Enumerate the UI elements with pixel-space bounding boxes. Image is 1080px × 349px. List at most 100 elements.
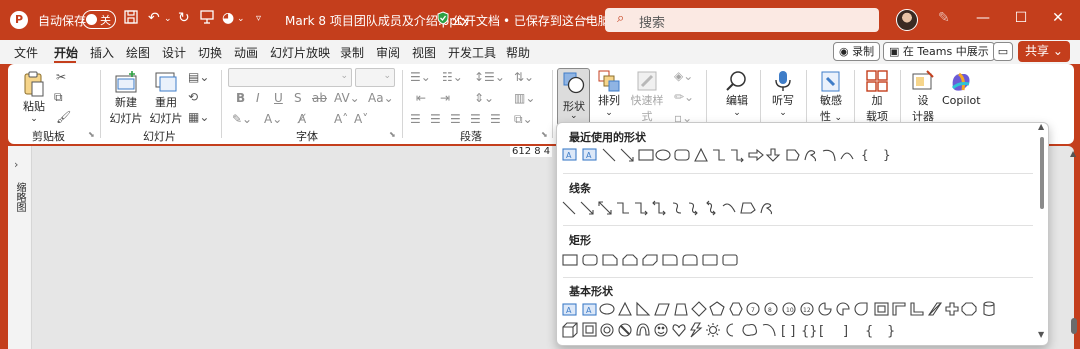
columns-icon[interactable]: ▥⌄ — [514, 91, 535, 105]
scroll-up-icon[interactable]: ▲ — [1038, 123, 1044, 131]
tab-help[interactable]: 帮助 — [506, 44, 530, 61]
tab-slideshow[interactable]: 幻灯片放映 — [270, 44, 330, 61]
thumbnail-pane[interactable]: › 缩略图 — [8, 146, 32, 349]
justify-icon[interactable]: ☰ — [470, 112, 481, 126]
tab-design[interactable]: 设计 — [162, 44, 186, 61]
dictate-button[interactable]: 听写 ⌄ — [768, 70, 798, 118]
shadow-icon[interactable]: S — [294, 91, 302, 105]
paragraph-launcher-icon[interactable]: ⬊ — [541, 130, 548, 139]
cut-icon[interactable]: ✂ — [56, 70, 66, 84]
pen-icon[interactable]: ✎ — [938, 10, 950, 26]
shrink-font-icon[interactable]: A˅ — [354, 112, 368, 126]
reset-icon[interactable]: ⟲ — [188, 90, 198, 104]
sort-icon[interactable]: ⇅⌄ — [514, 70, 534, 84]
tab-animations[interactable]: 动画 — [234, 44, 258, 61]
tab-developer[interactable]: 开发工具 — [448, 44, 496, 61]
expand-pane-icon[interactable]: › — [14, 158, 18, 171]
minimize-icon[interactable]: — — [973, 10, 993, 26]
tab-record[interactable]: 录制 — [340, 44, 364, 61]
save-status[interactable]: • 已保存到这台电脑 — [503, 12, 610, 29]
format-painter-qat-icon[interactable]: ◕ — [222, 10, 234, 26]
increase-indent-icon[interactable]: ⇥ — [440, 91, 450, 105]
numbering-icon[interactable]: ☷⌄ — [442, 70, 463, 84]
font-size-combo[interactable]: ⌄ — [355, 68, 395, 87]
tab-home[interactable]: 开始 — [54, 44, 78, 61]
avatar[interactable] — [896, 9, 918, 31]
page-scroll-thumb[interactable] — [1071, 318, 1077, 334]
customize-qat-icon[interactable]: ▿ — [256, 13, 261, 24]
tab-view[interactable]: 视图 — [412, 44, 436, 61]
copilot-button[interactable]: Copilot — [942, 70, 981, 107]
clipboard-launcher-icon[interactable]: ⬊ — [88, 130, 95, 139]
underline-icon[interactable]: U — [274, 91, 283, 105]
autosave-toggle[interactable]: 关 — [82, 10, 116, 29]
comments-button[interactable]: ▭ — [993, 42, 1013, 61]
basic-shapes-grid[interactable]: A A 7 8 10 12 [] {} [] {} — [561, 299, 1031, 343]
present-from-start-icon[interactable] — [200, 10, 214, 28]
align-left-icon[interactable]: ☰ — [410, 112, 421, 126]
undo-dropdown-icon[interactable]: ⌄ — [164, 14, 172, 24]
tab-transitions[interactable]: 切换 — [198, 44, 222, 61]
record-button[interactable]: ◉ 录制 — [833, 42, 881, 61]
clear-format-icon[interactable]: A̸ — [298, 112, 306, 126]
page-scrollbar[interactable]: ▲ — [1068, 146, 1080, 349]
gallery-scrollbar[interactable]: ▲ ▼ — [1037, 123, 1047, 345]
title-dropdown-icon[interactable]: ⌄ — [582, 12, 590, 23]
tab-draw[interactable]: 绘图 — [126, 44, 150, 61]
align-center-icon[interactable]: ☰ — [430, 112, 441, 126]
font-launcher-icon[interactable]: ⬊ — [389, 130, 396, 139]
close-icon[interactable]: ✕ — [1048, 10, 1068, 26]
bold-icon[interactable]: B — [236, 91, 245, 105]
undo-icon[interactable]: ↶ — [148, 10, 160, 26]
line-spacing-icon[interactable]: ↕☰⌄ — [474, 70, 505, 84]
text-direction-icon[interactable]: ⇕⌄ — [474, 91, 494, 105]
font-family-combo[interactable]: ⌄ — [228, 68, 352, 87]
paste-dropdown-icon[interactable]: ⌄ — [20, 114, 48, 124]
maximize-icon[interactable]: ☐ — [1011, 10, 1031, 26]
strikethrough-icon[interactable]: ab — [312, 91, 327, 105]
copy-icon[interactable]: ⧉ — [54, 90, 63, 105]
redo-icon[interactable]: ↻ — [178, 10, 190, 26]
font-color-icon[interactable]: A⌄ — [264, 112, 282, 126]
editing-button[interactable]: 编辑 ⌄ — [722, 70, 752, 118]
italic-icon[interactable]: I — [256, 91, 260, 105]
sensitivity-button[interactable]: 敏感 性 ⌄ — [814, 70, 848, 124]
align-right-icon[interactable]: ☰ — [450, 112, 461, 126]
new-slide-label: 新建 — [115, 96, 137, 109]
char-spacing-icon[interactable]: AV⌄ — [334, 91, 360, 105]
format-painter-icon[interactable]: 🖌 — [56, 110, 71, 124]
grow-font-icon[interactable]: A˄ — [334, 112, 348, 126]
format-dropdown-icon[interactable]: ⌄ — [237, 14, 245, 24]
decrease-indent-icon[interactable]: ⇤ — [416, 91, 426, 105]
section-icon[interactable]: ▦⌄ — [188, 110, 209, 124]
distribute-icon[interactable]: ☰ — [490, 112, 501, 126]
scroll-down-icon[interactable]: ▼ — [1038, 330, 1044, 339]
tab-insert[interactable]: 插入 — [90, 44, 114, 61]
shape-fill-icon[interactable]: ◈⌄ — [674, 69, 693, 83]
tab-file[interactable]: 文件 — [14, 44, 38, 61]
lines-row[interactable] — [561, 198, 791, 218]
new-slide-button[interactable]: 新建 幻灯片 — [108, 70, 144, 126]
smartart-icon[interactable]: ⧉⌄ — [514, 112, 533, 127]
shapes-button[interactable]: 形状 ⌄ — [557, 68, 590, 126]
search-box[interactable]: ⌕ 搜索 — [605, 8, 879, 32]
designer-button[interactable]: 设 计器 — [906, 70, 940, 124]
tab-review[interactable]: 审阅 — [376, 44, 400, 61]
bullets-icon[interactable]: ☰⌄ — [410, 70, 431, 84]
highlight-icon[interactable]: ✎⌄ — [232, 112, 252, 126]
arrange-button[interactable]: 排列 ⌄ — [594, 70, 624, 118]
recent-shapes-row[interactable]: A A { } — [561, 145, 901, 165]
share-button[interactable]: 共享 ⌄ — [1018, 41, 1070, 62]
gallery-scroll-thumb[interactable] — [1040, 137, 1044, 209]
rectangles-row[interactable] — [561, 250, 741, 270]
teams-present-button[interactable]: ▣ 在 Teams 中展示 — [883, 42, 995, 61]
layout-icon[interactable]: ▤⌄ — [188, 70, 209, 84]
reuse-slides-button[interactable]: 重用 幻灯片 — [148, 70, 184, 126]
new-slide-label-2: 幻灯片 — [109, 112, 143, 125]
sensitivity-label[interactable]: 公开文档 — [452, 12, 500, 29]
save-icon[interactable] — [124, 10, 138, 28]
change-case-icon[interactable]: Aa⌄ — [368, 91, 394, 105]
paste-button[interactable]: 粘贴 ⌄ — [20, 70, 48, 124]
shape-outline-icon[interactable]: ✏⌄ — [674, 90, 694, 104]
addins-button[interactable]: 加 载项 — [860, 70, 894, 124]
